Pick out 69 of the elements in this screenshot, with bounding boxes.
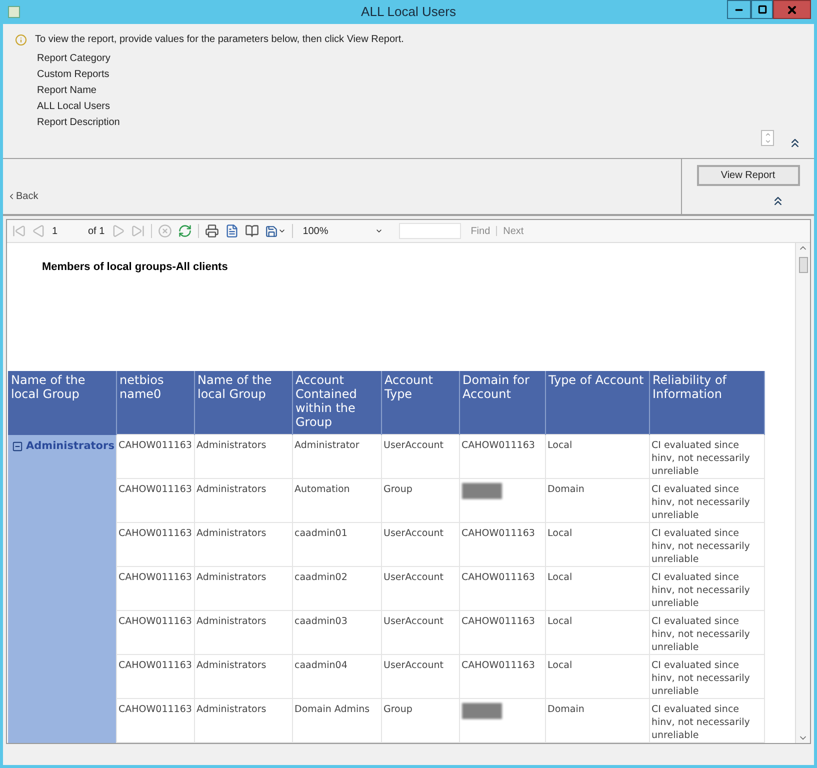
table-cell: CAHOW011163: [118, 572, 192, 583]
table-cell: UserAccount: [384, 660, 444, 671]
table-cell: CAHOW011163: [118, 660, 192, 671]
table-cell: CAHOW011163: [118, 704, 192, 715]
table-cell: Domain Admins: [294, 704, 370, 715]
column-header: Account Contained within the Group: [292, 370, 381, 434]
table-cell: CAHOW011163: [462, 660, 535, 671]
page-count: of 1: [88, 224, 105, 238]
view-report-button[interactable]: View Report: [696, 165, 800, 186]
window-title: ALL Local Users: [361, 3, 456, 22]
parameters-hint: To view the report, provide values for the parameters below, then click View Report.: [35, 33, 404, 47]
table-cell: Local: [548, 572, 572, 583]
table-cell: Local: [548, 440, 572, 451]
table-cell: Automation: [294, 484, 350, 495]
table-cell: Group: [384, 484, 412, 495]
page-number-field[interactable]: 1: [52, 224, 82, 238]
table-cell: CI evaluated since hinv, not necessarily unreliable: [652, 660, 750, 697]
table-cell: CI evaluated since hinv, not necessarily unreliable: [652, 440, 750, 477]
parameter-label: Report Name: [37, 84, 98, 98]
parameter-value: ALL Local Users: [37, 100, 111, 114]
zoom-dropdown[interactable]: 100%: [298, 224, 383, 238]
table-cell: CAHOW011163: [462, 528, 535, 539]
table-cell: Domain: [548, 704, 584, 715]
column-header: Type of Account: [545, 370, 649, 434]
table-cell: caadmin01: [294, 528, 348, 539]
table-cell: CI evaluated since hinv, not necessarily unreliable: [652, 616, 750, 653]
table-cell: Administrators: [196, 572, 266, 583]
table-cell: UserAccount: [384, 528, 444, 539]
table-cell: CI evaluated since hinv, not necessarily unreliable: [652, 484, 750, 521]
table-cell: Group: [384, 704, 412, 715]
table-cell: Administrators: [196, 484, 266, 495]
table-cell: caadmin04: [294, 660, 348, 671]
table-cell: Local: [548, 528, 572, 539]
table-cell: Administrators: [196, 440, 266, 451]
table-cell: CAHOW011163: [462, 572, 535, 583]
table-cell: Local: [548, 616, 572, 627]
table-cell: CAHOW011163: [118, 440, 192, 451]
table-cell: CAHOW011163: [462, 440, 535, 451]
table-cell: CAHOW011163: [118, 484, 192, 495]
table-cell: CI evaluated since hinv, not necessarily unreliable: [652, 528, 750, 565]
table-cell: caadmin03: [294, 616, 348, 627]
table-cell: Local: [548, 660, 572, 671]
table-cell: CI evaluated since hinv, not necessarily unreliable: [652, 704, 750, 741]
table-cell: CAHOW011163: [462, 616, 535, 627]
table-cell: UserAccount: [384, 440, 444, 451]
parameter-label: Report Description: [37, 116, 121, 130]
table-cell: UserAccount: [384, 616, 444, 627]
column-header: Reliability of Information: [649, 370, 764, 434]
group-name: Administrators: [26, 438, 114, 454]
table-cell: Domain: [548, 484, 584, 495]
table-cell: Administrators: [196, 616, 266, 627]
table-cell: Administrator: [294, 440, 360, 451]
column-header: Name of the local Group: [194, 370, 292, 434]
parameter-label: Report Category: [37, 52, 112, 66]
table-cell: UserAccount: [384, 572, 444, 583]
table-cell: Administrators: [196, 528, 266, 539]
table-cell: CI evaluated since hinv, not necessarily unreliable: [652, 572, 750, 609]
report-title: Members of local groups-All clients: [42, 260, 229, 275]
column-header: Account Type: [381, 370, 459, 434]
table-cell: Administrators: [196, 660, 266, 671]
back-link[interactable]: Back: [7, 189, 38, 204]
column-header: netbios name0: [116, 370, 194, 434]
parameter-value: Custom Reports: [37, 68, 110, 82]
table-cell: CAHOW011163: [118, 528, 192, 539]
table-cell: CAHOW011163: [118, 616, 192, 627]
table-cell: caadmin02: [294, 572, 348, 583]
column-header: Domain for Account: [459, 370, 545, 434]
table-cell: Administrators: [196, 704, 266, 715]
column-header: Name of the local Group: [8, 370, 116, 434]
